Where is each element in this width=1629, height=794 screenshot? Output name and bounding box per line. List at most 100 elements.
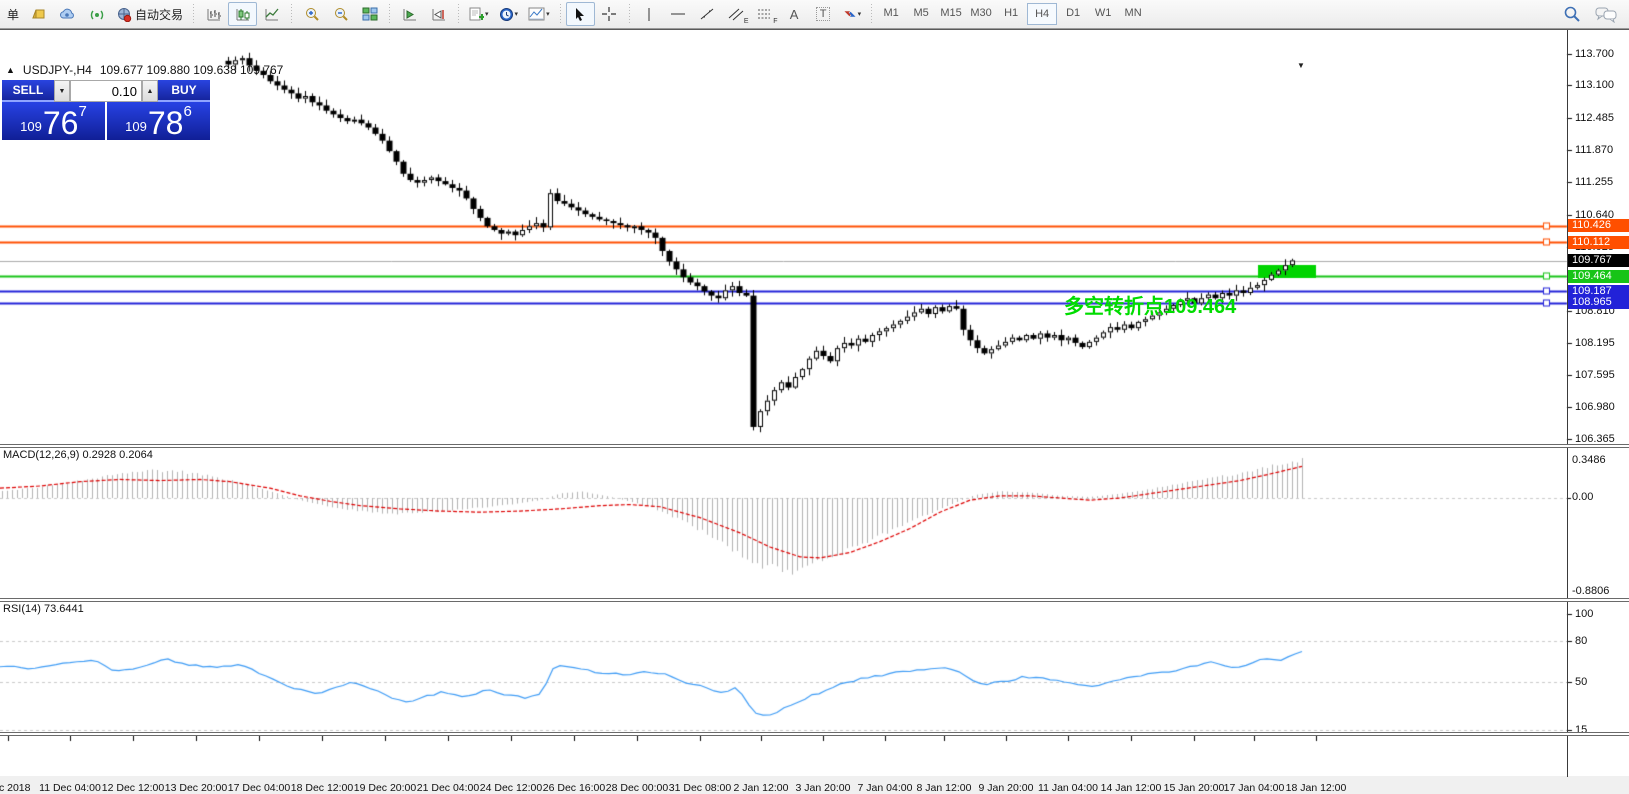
cursor-tool-button[interactable]	[566, 2, 595, 26]
price-scale-tick: 106.980	[1575, 401, 1615, 413]
candlestick-chart-button[interactable]	[228, 2, 257, 26]
volume-decrease-button[interactable]: ▼	[54, 80, 70, 102]
current-price-label: 109.767	[1568, 254, 1629, 267]
rsi-indicator-label: RSI(14) 73.6441	[3, 603, 84, 615]
toolbar-separator	[386, 4, 393, 24]
time-axis-label: 17 Dec 04:00	[228, 782, 290, 794]
timeframe-button-h4[interactable]: H4	[1027, 3, 1057, 25]
fibonacci-tool-button[interactable]: F	[751, 2, 780, 26]
timeframe-button-w1[interactable]: W1	[1089, 3, 1117, 23]
time-axis-label: 24 Dec 12:00	[480, 782, 542, 794]
zoom-out-button[interactable]	[326, 2, 355, 26]
mt4-terminal: { "toolbar":{ "new_order_label":"单", "au…	[0, 0, 1629, 776]
timeframe-button-mn[interactable]: MN	[1119, 3, 1147, 23]
text-tool-button[interactable]: A	[780, 2, 809, 26]
price-scale-tick: 111.870	[1575, 144, 1613, 156]
periods-button[interactable]: ▾	[494, 2, 524, 26]
broadcast-icon	[89, 7, 105, 21]
time-axis-label: 2 Jan 12:00	[734, 782, 789, 794]
timeframe-button-h1[interactable]: H1	[997, 3, 1025, 23]
pane-splitter[interactable]	[0, 598, 1629, 602]
macd-scale-zero: 0.00	[1572, 491, 1593, 503]
rsi-scale-tick: 50	[1575, 676, 1587, 688]
cloud-icon	[59, 7, 76, 21]
candlestick-chart-icon	[235, 7, 251, 22]
dropdown-arrow-icon[interactable]: ▾	[546, 10, 550, 18]
sell-price-box[interactable]: 109 76 7	[2, 102, 105, 140]
market-watch-button[interactable]	[24, 2, 53, 26]
add-indicator-icon	[469, 7, 484, 22]
pivot-annotation-text[interactable]: 多空转折点109.464	[1064, 290, 1236, 319]
autotrading-button[interactable]: 自动交易	[111, 2, 188, 26]
buy-price-box[interactable]: 109 78 6	[107, 102, 210, 140]
label-tool-letter: T	[816, 7, 831, 21]
time-axis-label: 7 Jan 04:00	[858, 782, 913, 794]
equidistant-channel-tool-button[interactable]: E	[722, 2, 751, 26]
one-click-panel-toggle[interactable]: ▲	[6, 65, 15, 75]
volume-input[interactable]	[70, 80, 142, 102]
arrows-tool-button[interactable]: ▾	[838, 2, 867, 26]
auto-scroll-button[interactable]	[395, 2, 424, 26]
timeframe-button-m15[interactable]: M15	[937, 3, 965, 23]
timeframe-button-m1[interactable]: M1	[877, 3, 905, 23]
templates-button[interactable]: ▾	[523, 2, 555, 26]
level-price-label: 109.464	[1568, 270, 1629, 283]
sell-price-pip: 7	[78, 103, 86, 120]
line-chart-button[interactable]	[257, 2, 286, 26]
dropdown-arrow-icon[interactable]: ▾	[485, 10, 489, 18]
trade-controls-row: SELL ▼ ▲ BUY	[2, 80, 210, 102]
chart-symbol-title: USDJPY-,H4	[23, 63, 92, 77]
volume-increase-button[interactable]: ▲	[142, 80, 158, 102]
horizontal-line-tool-button[interactable]	[664, 2, 693, 26]
trendline-tool-button[interactable]	[693, 2, 722, 26]
chart-shift-marker[interactable]: ▼	[1297, 61, 1305, 70]
signals-button[interactable]	[82, 2, 111, 26]
cursor-icon	[574, 7, 586, 21]
rsi-scale-tick: 80	[1575, 635, 1587, 647]
timeframe-button-m30[interactable]: M30	[967, 3, 995, 23]
indicators-button[interactable]: ▾	[464, 2, 494, 26]
time-axis-label: 9 Jan 20:00	[979, 782, 1034, 794]
time-axis-label: 28 Dec 00:00	[606, 782, 668, 794]
search-icon[interactable]	[1563, 5, 1581, 23]
toolbar-separator	[557, 4, 564, 24]
toolbar-separator	[190, 4, 197, 24]
level-price-label: 108.965	[1568, 296, 1629, 309]
pane-splitter[interactable]	[0, 444, 1629, 448]
chat-icon[interactable]	[1595, 6, 1617, 23]
tile-windows-button[interactable]	[355, 2, 384, 26]
clock-icon	[499, 7, 514, 22]
time-axis-label: 3 Jan 20:00	[796, 782, 851, 794]
toolbar-right-group	[1563, 5, 1617, 23]
crosshair-tool-button[interactable]	[595, 2, 624, 26]
zoom-in-button[interactable]	[297, 2, 326, 26]
autotrading-label: 自动交易	[135, 6, 183, 23]
bar-chart-button[interactable]	[199, 2, 228, 26]
crosshair-icon	[601, 6, 617, 22]
buy-price-pip: 6	[183, 103, 191, 120]
pane-splitter[interactable]	[0, 732, 1629, 736]
arrows-icon	[843, 7, 857, 21]
buy-button[interactable]: BUY	[158, 80, 210, 102]
tile-windows-icon	[362, 7, 378, 21]
zoom-out-icon	[333, 6, 349, 22]
dropdown-arrow-icon[interactable]: ▾	[515, 10, 519, 18]
chart-canvas[interactable]	[0, 30, 1629, 777]
vertical-line-tool-button[interactable]	[635, 2, 664, 26]
timeframe-button-d1[interactable]: D1	[1059, 3, 1087, 23]
line-chart-icon	[264, 7, 280, 22]
autotrading-icon	[116, 7, 132, 22]
timeframe-button-m5[interactable]: M5	[907, 3, 935, 23]
chart-shift-icon	[431, 7, 447, 22]
zoom-in-icon	[304, 6, 320, 22]
new-order-button[interactable]: 单	[2, 2, 24, 26]
buy-price-main: 78	[148, 109, 184, 137]
time-axis-label: Dec 2018	[0, 782, 30, 794]
price-scale-tick: 113.100	[1575, 79, 1614, 91]
community-button[interactable]	[53, 2, 82, 26]
sell-price-prefix: 109	[20, 119, 42, 134]
dropdown-arrow-icon[interactable]: ▾	[858, 10, 862, 18]
chart-shift-button[interactable]	[424, 2, 453, 26]
sell-button[interactable]: SELL	[2, 80, 54, 102]
text-label-tool-button[interactable]: T	[809, 2, 838, 26]
